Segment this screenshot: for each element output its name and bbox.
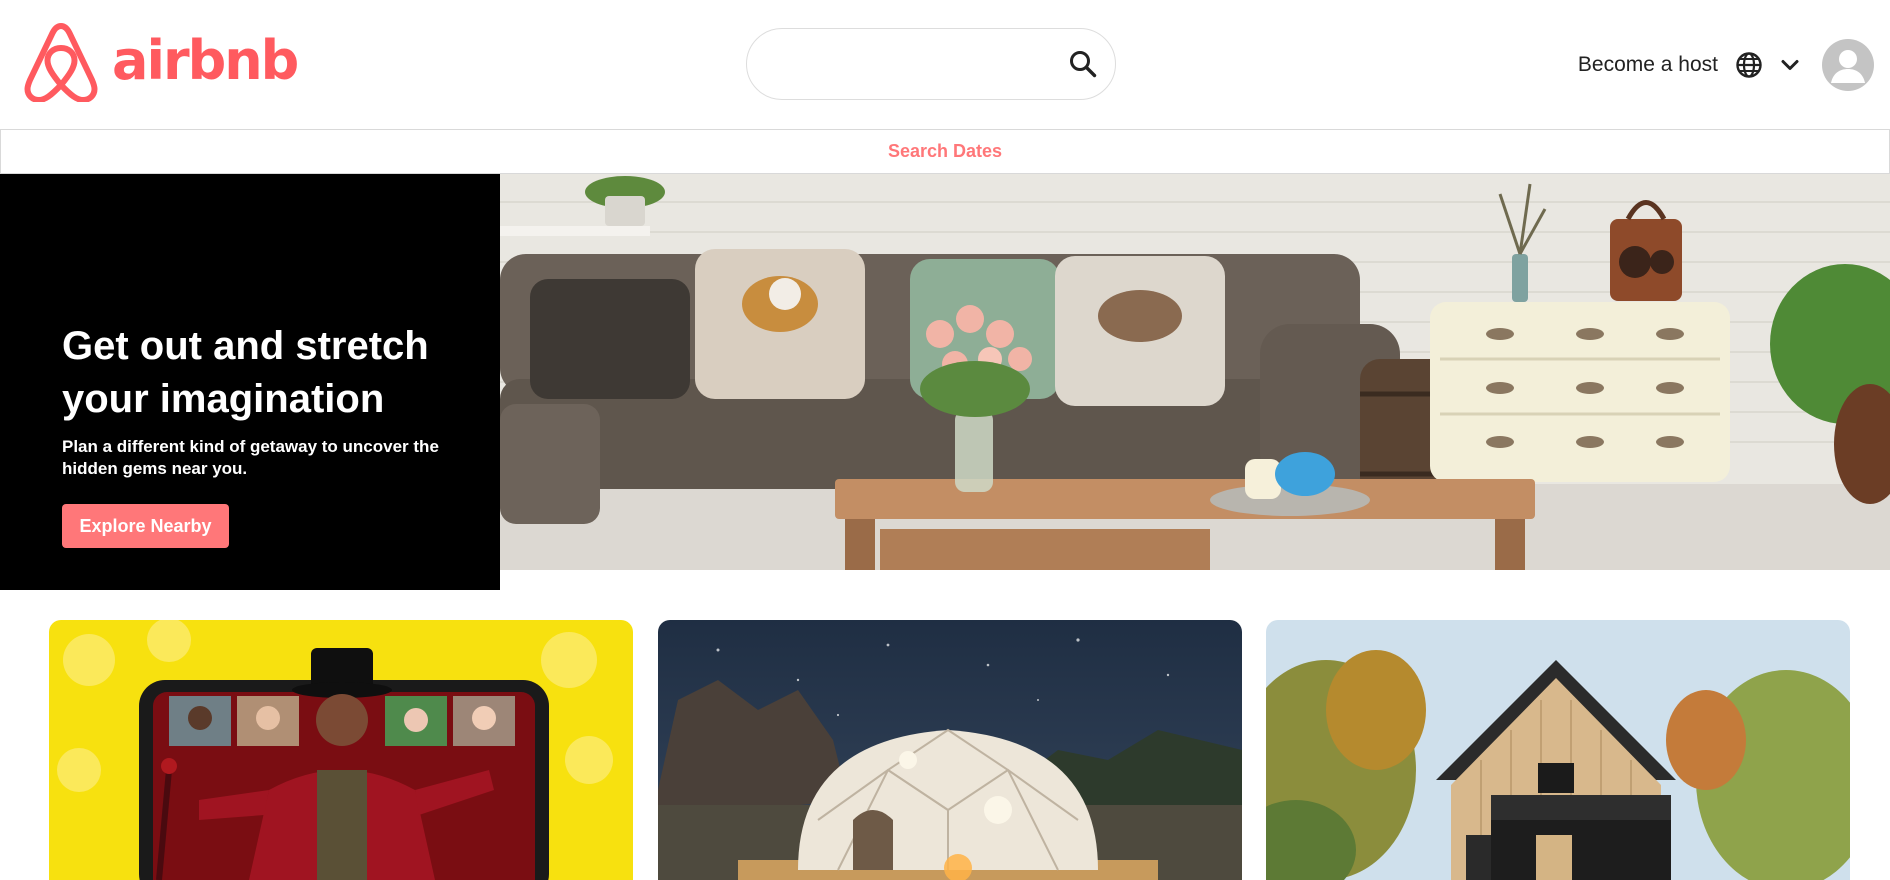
avatar[interactable] [1822,39,1874,91]
user-silhouette-icon [1831,50,1865,83]
hero-subtitle: Plan a different kind of getaway to unco… [62,437,439,478]
search-input[interactable] [746,28,1116,100]
airbnb-belo-icon [24,23,98,102]
experience-card-cabin[interactable] [1266,620,1850,880]
brand-name: airbnb [112,29,299,92]
become-host-link[interactable]: Become a host [1578,53,1718,77]
user-nav: Become a host [1578,35,1874,95]
dome-stay-image [658,620,1242,880]
explore-nearby-button[interactable]: Explore Nearby [62,504,229,548]
globe-icon[interactable] [1734,50,1764,80]
hero-panel: Get out and stretch your imagination Pla… [0,174,500,590]
search-dates-label: Search Dates [887,141,1003,161]
cabin-stay-image [1266,620,1850,880]
top-header: airbnb Become a host [0,0,1890,129]
experience-card-online[interactable] [49,620,633,880]
online-experience-image [49,620,633,880]
experience-card-dome[interactable] [658,620,1242,880]
chevron-down-icon[interactable] [1778,53,1802,77]
search-icon[interactable] [1067,48,1099,80]
hero-image [500,174,1890,570]
living-room-image [500,174,1890,570]
airbnb-logo[interactable]: airbnb [24,20,299,102]
search-dates-button[interactable]: Search Dates [0,129,1890,174]
hero-title: Get out and stretch your imagination [62,324,429,421]
